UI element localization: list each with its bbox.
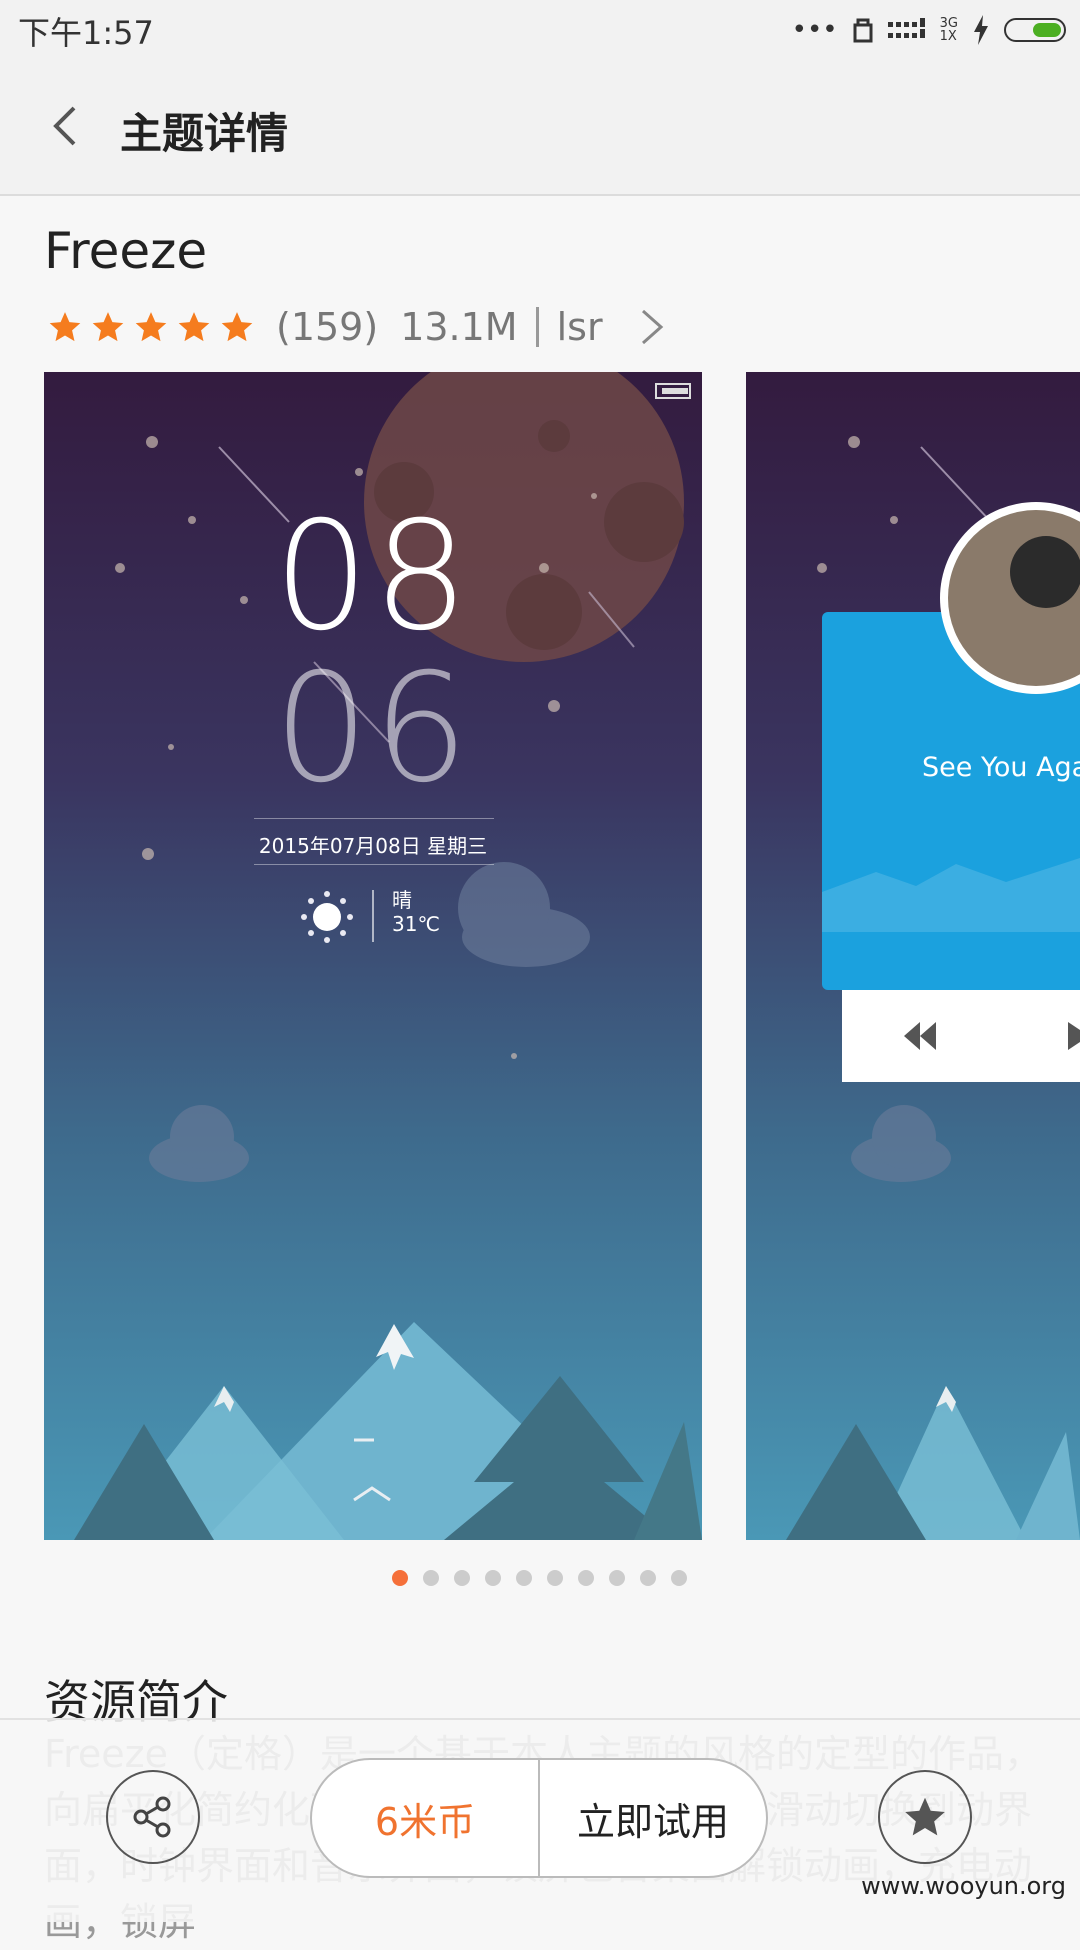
share-icon	[133, 1796, 171, 1838]
divider	[254, 818, 494, 819]
pager-dot[interactable]	[516, 1570, 532, 1586]
page-title: 主题详情	[120, 109, 289, 158]
rating-stars	[48, 310, 254, 344]
screenshot-pager[interactable]	[392, 1570, 687, 1586]
sun-icon	[301, 891, 353, 943]
status-time: 下午1:57	[18, 14, 154, 52]
buy-button[interactable]: 6米币	[312, 1760, 540, 1876]
lockscreen-date: 2015年07月08日 星期三	[258, 834, 488, 858]
star-icon	[49, 312, 81, 342]
try-now-button[interactable]: 立即试用	[540, 1760, 766, 1876]
pager-dot[interactable]	[454, 1570, 470, 1586]
charging-icon	[974, 15, 988, 45]
pager-dot[interactable]	[485, 1570, 501, 1586]
back-arrow-icon[interactable]	[48, 104, 84, 148]
battery-icon	[1004, 18, 1066, 42]
pager-dot[interactable]	[640, 1570, 656, 1586]
theme-detail-content[interactable]: Freeze (159) 13.1M lsr 08 06 2015年07月08日…	[0, 196, 1080, 1944]
watermark: www.wooyun.org	[861, 1872, 1066, 1900]
lock-rotation-icon	[853, 18, 873, 43]
preview-screenshot-1[interactable]: 08 06 2015年07月08日 星期三 晴 31℃	[44, 372, 702, 1540]
theme-meta-row[interactable]: (159) 13.1M lsr	[48, 302, 665, 352]
pager-dot[interactable]	[392, 1570, 408, 1586]
theme-author: lsr	[556, 305, 603, 349]
pager-dot[interactable]	[547, 1570, 563, 1586]
pager-dot[interactable]	[578, 1570, 594, 1586]
share-button[interactable]	[106, 1770, 200, 1864]
review-count: (159)	[276, 305, 379, 349]
star-icon	[905, 1797, 945, 1836]
divider	[372, 890, 374, 942]
signal-icon	[887, 18, 925, 38]
lockscreen-minute: 06	[273, 642, 473, 816]
more-dots-icon: •••	[791, 15, 838, 45]
pager-dot[interactable]	[609, 1570, 625, 1586]
theme-name: Freeze	[44, 222, 208, 280]
chevron-right-icon[interactable]	[639, 308, 665, 346]
weather-temperature: 31℃	[392, 912, 440, 936]
purchase-pill: 6米币 立即试用	[310, 1758, 768, 1878]
pager-dot[interactable]	[423, 1570, 439, 1586]
favorite-button[interactable]	[878, 1770, 972, 1864]
divider	[535, 307, 539, 347]
star-icon	[92, 312, 124, 342]
divider	[254, 864, 494, 865]
status-icons: ••• 3G 1X	[792, 12, 1066, 48]
preview-screenshot-2[interactable]: See You Agai	[746, 372, 1080, 1540]
star-icon	[178, 312, 210, 342]
status-bar: 下午1:57 ••• 3G 1X	[0, 0, 1080, 60]
weather-text: 晴	[392, 888, 412, 912]
star-icon	[221, 312, 253, 342]
star-icon	[135, 312, 167, 342]
lockscreen-hour: 08	[273, 490, 473, 664]
title-bar: 主题详情	[0, 60, 1080, 196]
music-screen-artwork	[786, 436, 1080, 1540]
theme-size: 13.1M	[400, 305, 518, 349]
network-type: 3G 1X	[939, 16, 958, 44]
pager-dot[interactable]	[671, 1570, 687, 1586]
song-title: See You Agai	[922, 752, 1080, 783]
